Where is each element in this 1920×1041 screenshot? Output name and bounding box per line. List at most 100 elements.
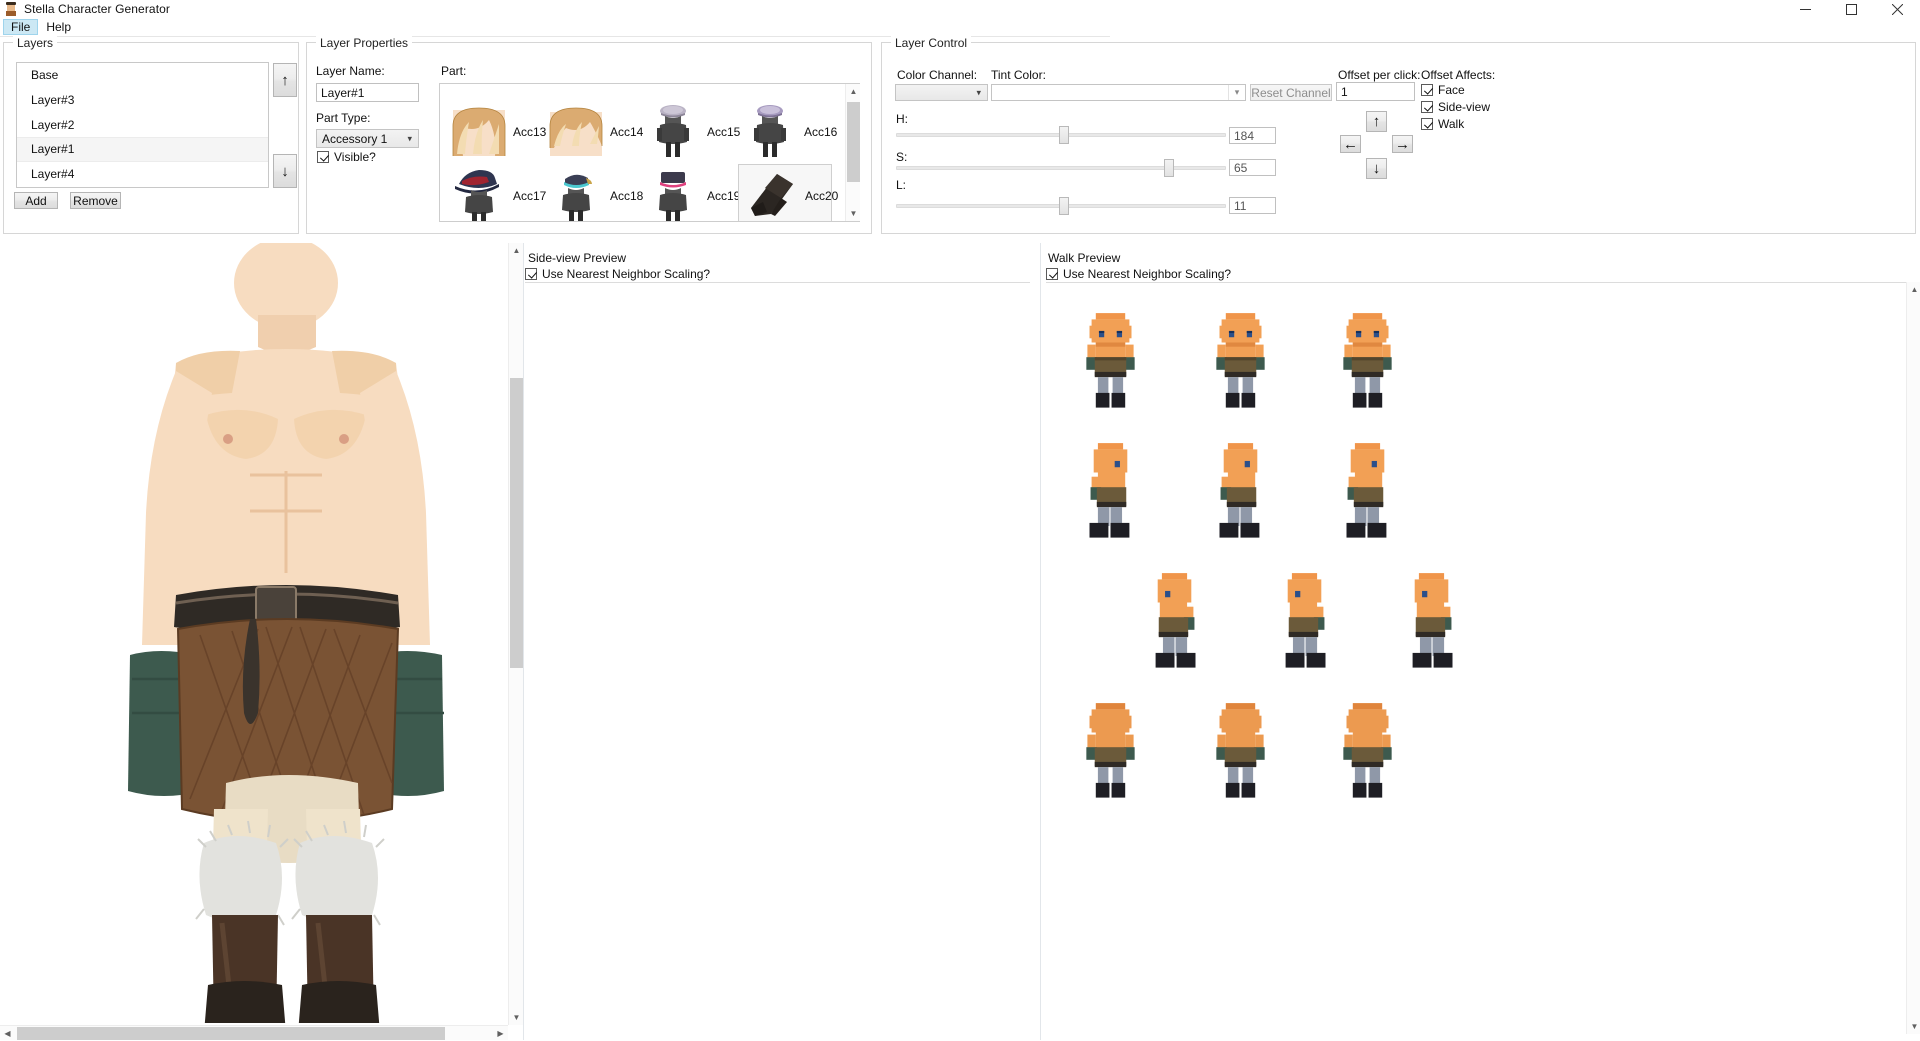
part-label-acc17: Acc17 xyxy=(513,189,547,203)
reset-channel-button[interactable]: Reset Channel xyxy=(1250,84,1332,101)
walk-preview-vscrollbar[interactable]: ▲ ▼ xyxy=(1906,282,1920,1034)
layer-list-item-layer4[interactable]: Layer#4 xyxy=(17,162,268,187)
hue-slider[interactable] xyxy=(896,126,1226,144)
lightness-slider[interactable] xyxy=(896,197,1226,215)
layer-list-item-layer3[interactable]: Layer#3 xyxy=(17,88,268,113)
scroll-up-icon[interactable]: ▲ xyxy=(509,243,524,258)
slider-thumb[interactable] xyxy=(1059,126,1069,144)
nudge-left-button[interactable]: ← xyxy=(1340,135,1361,153)
nudge-right-button[interactable]: → xyxy=(1392,135,1413,153)
part-thumb-acc14 xyxy=(546,102,606,162)
move-layer-down-button[interactable]: ↓ xyxy=(273,154,297,188)
offset-affects-sideview-checkbox[interactable]: Side-view xyxy=(1421,100,1490,114)
menu-item-file[interactable]: File xyxy=(3,19,39,35)
part-gallery[interactable]: Acc13 Acc14 Acc15 Acc16 Acc17 Acc18 Acc1… xyxy=(439,83,860,222)
part-label-acc15: Acc15 xyxy=(707,125,741,139)
part-label-acc13: Acc13 xyxy=(513,125,547,139)
window-titlebar: Stella Character Generator xyxy=(0,0,1920,19)
move-layer-up-button[interactable]: ↑ xyxy=(273,63,297,97)
layer-list-item-layer2[interactable]: Layer#2 xyxy=(17,112,268,137)
scroll-up-icon[interactable]: ▲ xyxy=(1907,282,1920,297)
menu-item-help[interactable]: Help xyxy=(38,19,79,35)
color-channel-combobox[interactable]: ▾ xyxy=(895,84,988,101)
tint-color-combobox[interactable]: ▾ xyxy=(991,84,1246,101)
lightness-value-input[interactable]: 11 xyxy=(1229,197,1276,214)
side-view-preview-canvas[interactable] xyxy=(525,282,1030,1034)
offset-affects-walk-checkbox[interactable]: Walk xyxy=(1421,117,1464,131)
part-thumb-clipped-2 xyxy=(546,84,606,100)
lightness-slider-label: L: xyxy=(896,178,907,192)
slider-thumb[interactable] xyxy=(1059,197,1069,215)
face-preview-hscrollbar[interactable]: ◀ ▶ xyxy=(0,1025,508,1040)
hue-slider-label: H: xyxy=(896,112,908,126)
part-item-acc19[interactable]: Acc19 xyxy=(643,166,740,221)
tint-color-label: Tint Color: xyxy=(991,68,1046,82)
walk-nearest-neighbor-checkbox[interactable]: Use Nearest Neighbor Scaling? xyxy=(1046,267,1231,281)
offset-affects-label: Offset Affects: xyxy=(1421,68,1496,82)
face-preview-panel[interactable] xyxy=(0,243,508,1040)
part-item-acc18[interactable]: Acc18 xyxy=(546,166,643,221)
chevron-down-icon[interactable]: ▾ xyxy=(1228,85,1245,100)
splitter-left[interactable] xyxy=(523,243,524,1040)
scroll-down-icon[interactable]: ▼ xyxy=(846,206,861,221)
part-type-combobox[interactable]: Accessory 1 ▾ xyxy=(316,129,419,148)
scroll-down-icon[interactable]: ▼ xyxy=(509,1010,524,1025)
part-thumb-acc16 xyxy=(740,102,800,162)
offset-per-click-label: Offset per click: xyxy=(1338,68,1421,82)
part-item-acc17[interactable]: Acc17 xyxy=(449,166,546,221)
walk-sprite-grid xyxy=(1086,313,1453,798)
face-preview-vscrollbar[interactable]: ▲ ▼ xyxy=(508,243,523,1025)
nudge-down-button[interactable]: ↓ xyxy=(1366,158,1387,179)
scroll-up-icon[interactable]: ▲ xyxy=(846,84,861,99)
scrollbar-thumb[interactable] xyxy=(17,1027,445,1040)
slider-thumb[interactable] xyxy=(1164,159,1174,177)
slider-track xyxy=(896,166,1226,170)
part-item-acc15[interactable]: Acc15 xyxy=(643,102,740,162)
character-full-body-preview xyxy=(128,243,444,1023)
chevron-down-icon: ▾ xyxy=(407,133,412,143)
scrollbar-thumb[interactable] xyxy=(847,102,860,182)
app-icon xyxy=(4,2,18,16)
minimize-icon[interactable] xyxy=(1782,0,1828,19)
part-item-acc13[interactable]: Acc13 xyxy=(449,102,546,162)
part-thumb-clipped-3 xyxy=(643,84,703,100)
add-layer-button[interactable]: Add xyxy=(14,192,58,209)
hue-value-input[interactable]: 184 xyxy=(1229,127,1276,144)
scrollbar-thumb[interactable] xyxy=(510,378,523,668)
offset-per-click-input[interactable]: 1 xyxy=(1336,82,1415,101)
layer-name-label: Layer Name: xyxy=(316,64,385,78)
scroll-left-icon[interactable]: ◀ xyxy=(0,1026,15,1041)
visible-checkbox[interactable]: Visible? xyxy=(317,150,376,164)
layer-name-input[interactable]: Layer#1 xyxy=(316,83,419,102)
color-channel-label: Color Channel: xyxy=(897,68,978,82)
part-item-acc16[interactable]: Acc16 xyxy=(740,102,837,162)
part-item-acc14[interactable]: Acc14 xyxy=(546,102,643,162)
maximize-icon[interactable] xyxy=(1828,0,1874,19)
offset-affects-sideview-label: Side-view xyxy=(1438,100,1491,114)
part-label-acc20: Acc20 xyxy=(805,189,839,203)
nudge-up-button[interactable]: ↑ xyxy=(1366,111,1387,132)
splitter-right[interactable] xyxy=(1040,243,1041,1040)
remove-layer-button[interactable]: Remove xyxy=(70,192,121,209)
part-gallery-scrollbar[interactable]: ▲ ▼ xyxy=(845,84,860,221)
side-view-nearest-neighbor-label: Use Nearest Neighbor Scaling? xyxy=(542,267,711,281)
visible-checkbox-label: Visible? xyxy=(334,150,376,164)
scroll-down-icon[interactable]: ▼ xyxy=(1907,1019,1920,1034)
walk-preview-canvas[interactable] xyxy=(1046,282,1906,1034)
checkbox-box xyxy=(1421,84,1433,96)
part-thumb-clipped-1 xyxy=(449,84,509,100)
close-icon[interactable] xyxy=(1874,0,1920,19)
layers-listbox[interactable]: Base Layer#3 Layer#2 Layer#1 Layer#4 xyxy=(16,62,269,188)
saturation-slider[interactable] xyxy=(896,159,1226,177)
layer-list-item-base[interactable]: Base xyxy=(17,63,268,88)
offset-affects-face-checkbox[interactable]: Face xyxy=(1421,83,1465,97)
saturation-value-input[interactable]: 65 xyxy=(1229,159,1276,176)
window-title: Stella Character Generator xyxy=(24,2,171,16)
layer-list-item-layer1[interactable]: Layer#1 xyxy=(17,137,268,162)
side-view-preview-title: Side-view Preview xyxy=(528,251,627,265)
part-thumb-acc20 xyxy=(741,166,801,221)
part-item-acc20[interactable]: Acc20 xyxy=(738,164,838,221)
scroll-right-icon[interactable]: ▶ xyxy=(493,1026,508,1041)
chevron-down-icon: ▾ xyxy=(976,87,981,97)
side-view-nearest-neighbor-checkbox[interactable]: Use Nearest Neighbor Scaling? xyxy=(525,267,710,281)
